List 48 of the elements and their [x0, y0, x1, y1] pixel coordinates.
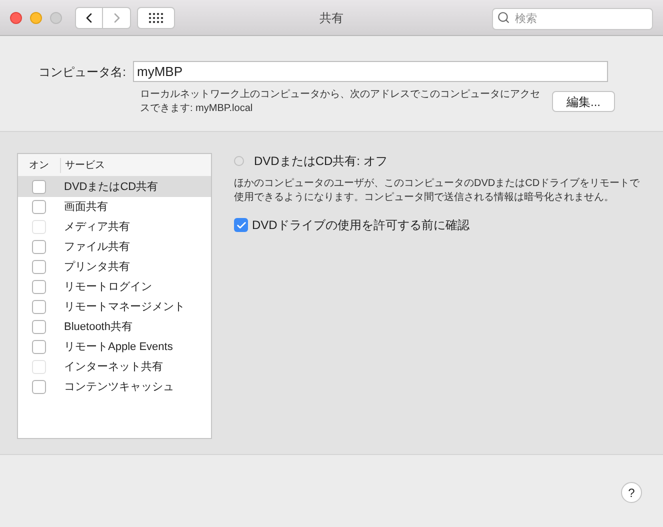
address-note: ローカルネットワーク上のコンピュータから、次のアドレスでこのコンピュータにアクセスできます: myMBP.local [140, 88, 540, 116]
window-title: 共有 [320, 10, 344, 26]
service-row[interactable]: プリンタ共有 [18, 257, 211, 277]
minimize-button[interactable] [30, 12, 42, 24]
help-button[interactable]: ? [621, 482, 642, 503]
service-name: DVDまたはCD共有 [64, 180, 158, 195]
service-row[interactable]: コンテンツキャッシュ [18, 377, 211, 397]
back-button[interactable] [75, 6, 103, 28]
service-status: DVDまたはCD共有: オフ [254, 153, 388, 170]
service-row[interactable]: リモートログイン [18, 277, 211, 297]
checkbox[interactable] [32, 340, 46, 354]
checkbox[interactable] [32, 320, 46, 334]
service-row[interactable]: リモートマネージメント [18, 297, 211, 317]
close-button[interactable] [10, 12, 22, 24]
search-field[interactable]: 検索 [492, 8, 653, 30]
checkbox[interactable] [32, 280, 46, 294]
checkbox[interactable] [32, 200, 46, 214]
checkbox[interactable] [32, 260, 46, 274]
service-name: ファイル共有 [64, 240, 130, 255]
service-row[interactable]: Bluetooth共有 [18, 317, 211, 337]
service-name: プリンタ共有 [64, 260, 130, 275]
computer-name-field[interactable]: myMBP [133, 61, 608, 82]
service-name: リモートログイン [64, 280, 152, 295]
checkbox[interactable] [32, 240, 46, 254]
search-icon [497, 10, 510, 24]
service-name: 画面共有 [64, 200, 108, 215]
column-header: オン [18, 158, 61, 172]
service-row[interactable]: 画面共有 [18, 197, 211, 217]
checkbox[interactable] [32, 380, 46, 394]
service-description: ほかのコンピュータのユーザが、このコンピュータのDVDまたはCDドライブをリモートで使用できるようになります。コンピュータ間で送信される情報は暗号化されません。 [234, 177, 641, 205]
service-row[interactable]: DVDまたはCD共有 [18, 177, 211, 197]
service-row[interactable]: ファイル共有 [18, 237, 211, 257]
service-row[interactable]: リモートApple Events [18, 337, 211, 357]
checkbox[interactable] [32, 300, 46, 314]
service-name: Bluetooth共有 [64, 320, 132, 335]
service-name: インターネット共有 [64, 360, 163, 375]
service-name: リモートマネージメント [64, 300, 185, 315]
computer-name-label: コンピュータ名: [38, 64, 127, 80]
service-name: コンテンツキャッシュ [64, 380, 174, 395]
checkbox[interactable] [32, 180, 46, 194]
show-all-button[interactable] [137, 6, 175, 28]
service-name: リモートApple Events [64, 340, 173, 355]
column-header: サービス [64, 158, 105, 172]
check-icon [236, 220, 246, 230]
service-name: メディア共有 [64, 220, 130, 235]
grid-icon [149, 12, 163, 22]
edit-button[interactable]: 編集... [552, 91, 615, 112]
confirm-checkbox[interactable]: DVDドライブの使用を許可する前に確認 [234, 216, 644, 234]
